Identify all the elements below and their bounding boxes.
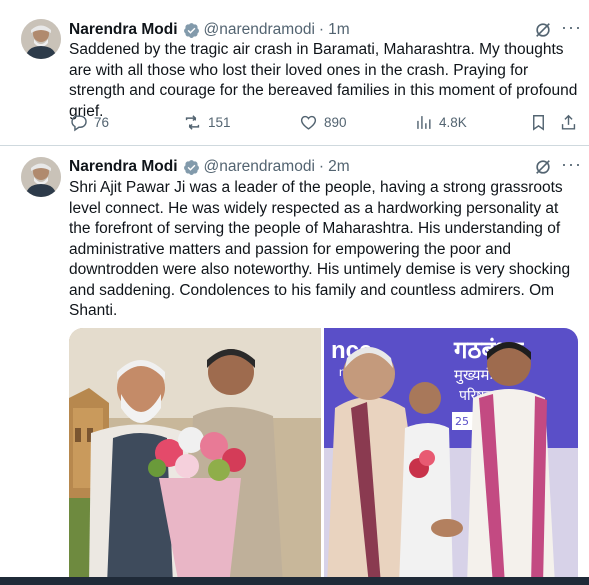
avatar[interactable] [21, 157, 61, 197]
author-name[interactable]: Narendra Modi [69, 158, 178, 176]
action-bar: 76 151 890 4.8K [0, 113, 589, 135]
reply-icon [71, 115, 87, 132]
views-button[interactable]: 4.8K [414, 113, 467, 132]
share-icon [561, 114, 576, 130]
more-options-icon[interactable]: ··· [561, 154, 582, 175]
like-count: 890 [324, 115, 347, 130]
verified-badge-icon [183, 159, 200, 176]
repost-icon [185, 115, 200, 130]
tweet-1[interactable]: Narendra Modi @narendramodi · 1m ··· Sad… [0, 0, 589, 146]
timestamp[interactable]: 2m [328, 158, 350, 176]
avatar[interactable] [21, 19, 61, 59]
like-button[interactable]: 890 [299, 113, 347, 132]
author-handle[interactable]: @narendramodi [204, 21, 315, 39]
views-count: 4.8K [439, 115, 467, 130]
bookmark-icon [533, 115, 544, 131]
verified-badge-icon [183, 22, 200, 39]
share-button[interactable] [559, 113, 584, 132]
author-name[interactable]: Narendra Modi [69, 21, 178, 39]
separator: · [318, 21, 325, 38]
grok-icon[interactable] [534, 158, 552, 176]
reply-button[interactable]: 76 [69, 113, 109, 132]
bookmark-button[interactable] [529, 113, 554, 132]
analytics-icon [417, 116, 431, 129]
grok-icon[interactable] [534, 21, 552, 39]
timestamp[interactable]: 1m [328, 21, 350, 39]
photo-collage: nce nis गठबंधन मुख्यमंत्र परिषद 25 मई [69, 328, 578, 585]
author-handle[interactable]: @narendramodi [204, 158, 315, 176]
heart-icon [300, 115, 317, 130]
more-options-icon[interactable]: ··· [561, 17, 582, 38]
tweet-text: Shri Ajit Pawar Ji was a leader of the p… [69, 179, 575, 319]
repost-count: 151 [208, 115, 231, 130]
taskbar [0, 577, 589, 585]
separator: · [318, 158, 325, 175]
tweet-media[interactable]: nce nis गठबंधन मुख्यमंत्र परिषद 25 मई [69, 328, 578, 585]
tweet-text: Saddened by the tragic air crash in Bara… [69, 41, 582, 120]
reply-count: 76 [94, 115, 110, 130]
repost-button[interactable]: 151 [183, 113, 231, 132]
